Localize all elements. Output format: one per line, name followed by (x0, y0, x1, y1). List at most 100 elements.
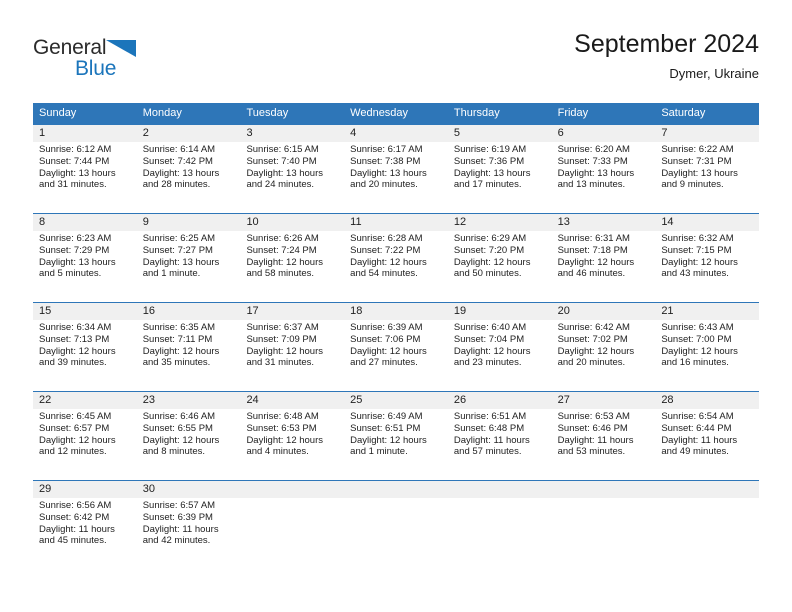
day-details: Sunrise: 6:42 AM Sunset: 7:02 PM Dayligh… (558, 322, 650, 369)
daylight-line2: and 1 minute. (350, 446, 408, 458)
calendar-day-cell[interactable]: 18 Sunrise: 6:39 AM Sunset: 7:06 PM Dayl… (344, 303, 448, 391)
daylight-line2: and 5 minutes. (39, 268, 102, 280)
calendar-day-cell[interactable]: 11 Sunrise: 6:28 AM Sunset: 7:22 PM Dayl… (344, 214, 448, 302)
calendar-day-cell[interactable]: 19 Sunrise: 6:40 AM Sunset: 7:04 PM Dayl… (448, 303, 552, 391)
sunset-text: Sunset: 7:22 PM (350, 244, 421, 256)
calendar-day-cell[interactable]: 24 Sunrise: 6:48 AM Sunset: 6:53 PM Dayl… (240, 392, 344, 480)
daylight-line1: Daylight: 12 hours (142, 345, 220, 357)
calendar-day-cell[interactable]: 3 Sunrise: 6:15 AM Sunset: 7:40 PM Dayli… (240, 125, 344, 213)
calendar-day-cell[interactable]: 9 Sunrise: 6:25 AM Sunset: 7:27 PM Dayli… (137, 214, 241, 302)
calendar-page: General Blue September 2024 Dymer, Ukrai… (0, 0, 792, 612)
day-number: 19 (453, 305, 467, 317)
calendar-day-cell-empty (655, 481, 759, 567)
sunrise-text: Sunrise: 6:54 AM (661, 411, 734, 422)
calendar-day-cell[interactable]: 5 Sunrise: 6:19 AM Sunset: 7:36 PM Dayli… (448, 125, 552, 213)
calendar-day-cell[interactable]: 20 Sunrise: 6:42 AM Sunset: 7:02 PM Dayl… (552, 303, 656, 391)
day-details: Sunrise: 6:46 AM Sunset: 6:55 PM Dayligh… (143, 411, 235, 458)
calendar-day-cell[interactable]: 30 Sunrise: 6:57 AM Sunset: 6:39 PM Dayl… (137, 481, 241, 567)
day-details: Sunrise: 6:28 AM Sunset: 7:22 PM Dayligh… (350, 233, 442, 280)
calendar-day-cell[interactable]: 26 Sunrise: 6:51 AM Sunset: 6:48 PM Dayl… (448, 392, 552, 480)
calendar-day-cell[interactable]: 1 Sunrise: 6:12 AM Sunset: 7:44 PM Dayli… (33, 125, 137, 213)
title-block: September 2024 Dymer, Ukraine (574, 28, 759, 84)
sunset-text: Sunset: 7:40 PM (246, 155, 317, 167)
calendar-day-cell[interactable]: 2 Sunrise: 6:14 AM Sunset: 7:42 PM Dayli… (137, 125, 241, 213)
sunset-text: Sunset: 7:13 PM (39, 333, 110, 345)
sunrise-text: Sunrise: 6:31 AM (557, 233, 630, 244)
calendar-day-cell-empty (344, 481, 448, 567)
calendar-week-row: 8 Sunrise: 6:23 AM Sunset: 7:29 PM Dayli… (33, 213, 759, 302)
sunset-text: Sunset: 7:36 PM (453, 155, 525, 167)
daylight-line2: and 31 minutes. (246, 357, 315, 369)
day-number: 30 (142, 483, 155, 495)
daylight-line2: and 57 minutes. (453, 446, 522, 458)
daylight-line2: and 1 minute. (142, 268, 201, 280)
calendar-day-cell[interactable]: 10 Sunrise: 6:26 AM Sunset: 7:24 PM Dayl… (240, 214, 344, 302)
weekday-header-row: Sunday Monday Tuesday Wednesday Thursday… (33, 103, 759, 124)
calendar-day-cell[interactable]: 21 Sunrise: 6:43 AM Sunset: 7:00 PM Dayl… (655, 303, 759, 391)
calendar-day-cell[interactable]: 12 Sunrise: 6:29 AM Sunset: 7:20 PM Dayl… (448, 214, 552, 302)
sunrise-text: Sunrise: 6:42 AM (557, 322, 630, 333)
day-details: Sunrise: 6:53 AM Sunset: 6:46 PM Dayligh… (558, 411, 650, 458)
calendar-day-cell[interactable]: 15 Sunrise: 6:34 AM Sunset: 7:13 PM Dayl… (33, 303, 137, 391)
calendar-day-cell[interactable]: 25 Sunrise: 6:49 AM Sunset: 6:51 PM Dayl… (344, 392, 448, 480)
calendar-day-cell[interactable]: 27 Sunrise: 6:53 AM Sunset: 6:46 PM Dayl… (552, 392, 656, 480)
calendar-day-cell[interactable]: 16 Sunrise: 6:35 AM Sunset: 7:11 PM Dayl… (137, 303, 241, 391)
sunrise-text: Sunrise: 6:15 AM (246, 144, 319, 155)
sunset-text: Sunset: 7:11 PM (142, 333, 213, 345)
weekday-header-thursday: Thursday (453, 107, 500, 119)
daylight-line2: and 8 minutes. (142, 446, 206, 458)
daylight-line1: Daylight: 12 hours (350, 256, 427, 268)
day-details: Sunrise: 6:37 AM Sunset: 7:09 PM Dayligh… (246, 322, 338, 369)
daylight-line2: and 12 minutes. (39, 446, 107, 458)
sunrise-text: Sunrise: 6:28 AM (350, 233, 423, 244)
day-number: 10 (246, 216, 259, 228)
calendar-day-cell[interactable]: 6 Sunrise: 6:20 AM Sunset: 7:33 PM Dayli… (552, 125, 656, 213)
daylight-line1: Daylight: 11 hours (557, 434, 634, 446)
sunrise-text: Sunrise: 6:25 AM (142, 233, 216, 244)
daylight-line2: and 9 minutes. (661, 179, 724, 191)
day-number: 17 (246, 305, 259, 317)
calendar-day-cell[interactable]: 14 Sunrise: 6:32 AM Sunset: 7:15 PM Dayl… (655, 214, 759, 302)
sunset-text: Sunset: 6:51 PM (350, 422, 421, 434)
sunset-text: Sunset: 7:04 PM (453, 333, 525, 345)
daylight-line2: and 27 minutes. (350, 357, 418, 369)
sunset-text: Sunset: 7:00 PM (661, 333, 732, 345)
daylight-line1: Daylight: 13 hours (246, 167, 324, 179)
calendar-week-row: 22 Sunrise: 6:45 AM Sunset: 6:57 PM Dayl… (33, 391, 759, 480)
sunset-text: Sunset: 7:02 PM (557, 333, 628, 345)
daylight-line1: Daylight: 13 hours (39, 167, 116, 179)
day-number: 2 (142, 127, 149, 139)
daylight-line2: and 43 minutes. (661, 268, 729, 280)
brand-logo[interactable]: General Blue (33, 36, 253, 88)
calendar-week-row: 29 Sunrise: 6:56 AM Sunset: 6:42 PM Dayl… (33, 480, 759, 567)
sunset-text: Sunset: 6:55 PM (142, 422, 213, 434)
calendar-day-cell[interactable]: 17 Sunrise: 6:37 AM Sunset: 7:09 PM Dayl… (240, 303, 344, 391)
sunrise-text: Sunrise: 6:48 AM (246, 411, 319, 422)
weekday-header-sunday: Sunday (39, 107, 77, 119)
calendar-day-cell[interactable]: 22 Sunrise: 6:45 AM Sunset: 6:57 PM Dayl… (33, 392, 137, 480)
sunset-text: Sunset: 7:29 PM (39, 244, 110, 256)
calendar-day-cell[interactable]: 7 Sunrise: 6:22 AM Sunset: 7:31 PM Dayli… (655, 125, 759, 213)
daylight-line1: Daylight: 13 hours (142, 167, 220, 179)
day-number: 12 (453, 216, 467, 228)
daylight-line2: and 35 minutes. (142, 357, 211, 369)
day-number: 1 (39, 127, 46, 139)
day-number: 18 (350, 305, 363, 317)
day-number: 9 (142, 216, 149, 228)
daylight-line1: Daylight: 13 hours (142, 256, 220, 268)
calendar-day-cell[interactable]: 4 Sunrise: 6:17 AM Sunset: 7:38 PM Dayli… (344, 125, 448, 213)
calendar-day-cell[interactable]: 29 Sunrise: 6:56 AM Sunset: 6:42 PM Dayl… (33, 481, 137, 567)
calendar-day-cell[interactable]: 28 Sunrise: 6:54 AM Sunset: 6:44 PM Dayl… (655, 392, 759, 480)
sunset-text: Sunset: 6:57 PM (39, 422, 110, 434)
sunset-text: Sunset: 6:42 PM (39, 511, 110, 523)
calendar-day-cell[interactable]: 8 Sunrise: 6:23 AM Sunset: 7:29 PM Dayli… (33, 214, 137, 302)
calendar-day-cell[interactable]: 13 Sunrise: 6:31 AM Sunset: 7:18 PM Dayl… (552, 214, 656, 302)
day-details: Sunrise: 6:20 AM Sunset: 7:33 PM Dayligh… (558, 144, 650, 191)
day-details: Sunrise: 6:17 AM Sunset: 7:38 PM Dayligh… (350, 144, 442, 191)
day-details: Sunrise: 6:34 AM Sunset: 7:13 PM Dayligh… (39, 322, 131, 369)
sunset-text: Sunset: 6:46 PM (557, 422, 628, 434)
calendar-day-cell[interactable]: 23 Sunrise: 6:46 AM Sunset: 6:55 PM Dayl… (137, 392, 241, 480)
page-subtitle-location: Dymer, Ukraine (669, 66, 759, 81)
sunset-text: Sunset: 7:44 PM (39, 155, 110, 167)
calendar-day-cell-empty (448, 481, 552, 567)
